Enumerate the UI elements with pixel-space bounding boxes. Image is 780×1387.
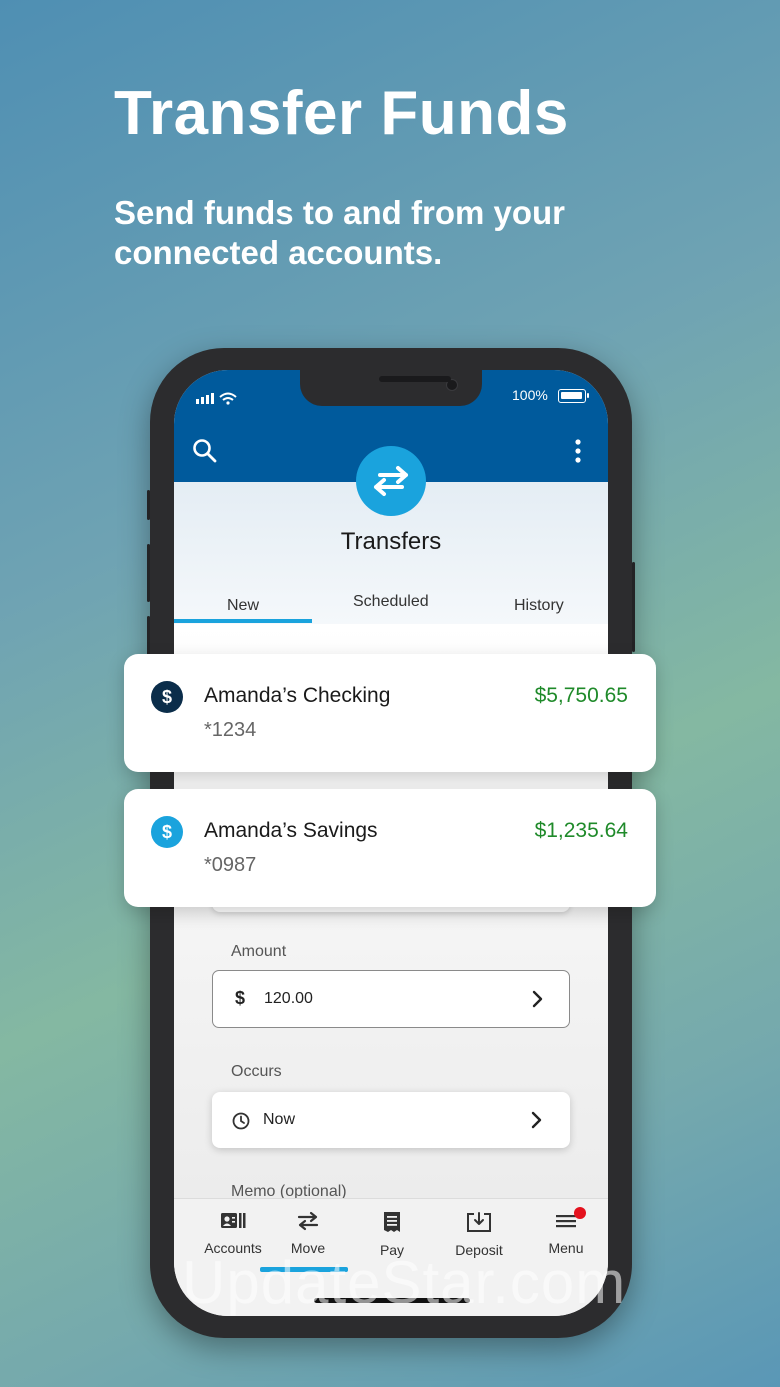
dollar-circle-icon: $ (151, 681, 183, 713)
more-options-icon[interactable] (572, 438, 584, 464)
clock-icon (232, 1112, 250, 1130)
accounts-card-icon (221, 1213, 246, 1228)
watermark: UpdateStar.com (182, 1249, 627, 1316)
account-name: Amanda’s Checking (204, 684, 391, 707)
transfer-arrows-icon (374, 466, 408, 496)
occurs-label: Occurs (231, 1063, 282, 1080)
transfer-badge (356, 446, 426, 516)
account-card-savings[interactable]: $ Amanda’s Savings *0987 $1,235.64 (124, 789, 656, 907)
promo-subline: Send funds to and from your connected ac… (114, 194, 565, 271)
tab-new[interactable]: New (227, 597, 259, 615)
active-tab-indicator (174, 619, 312, 623)
battery-percent: 100% (512, 387, 548, 403)
svg-text:$: $ (162, 687, 172, 707)
amount-label: Amount (231, 943, 287, 960)
chevron-right-icon (531, 1111, 542, 1129)
tab-history[interactable]: History (514, 597, 564, 615)
account-balance: $5,750.65 (534, 684, 628, 707)
account-number: *0987 (204, 854, 257, 876)
chevron-right-icon (532, 990, 543, 1008)
amount-value: 120.00 (264, 990, 313, 1007)
cellular-signal-icon (196, 392, 237, 405)
phone-power-button (632, 562, 635, 652)
battery-icon (558, 389, 589, 403)
notification-dot (574, 1207, 586, 1219)
bill-icon (384, 1212, 400, 1232)
phone-mute-switch (147, 490, 150, 520)
occurs-value: Now (263, 1111, 296, 1128)
page-title: Transfers (340, 528, 442, 555)
occurs-field[interactable]: Now (212, 1092, 570, 1148)
search-icon[interactable] (192, 438, 218, 464)
amount-field[interactable]: $ 120.00 (212, 970, 570, 1028)
svg-text:$: $ (162, 822, 172, 842)
deposit-tray-icon (467, 1212, 491, 1232)
account-balance: $1,235.64 (534, 819, 628, 842)
account-card-checking[interactable]: $ Amanda’s Checking *1234 $5,750.65 (124, 654, 656, 772)
account-number: *1234 (204, 719, 257, 741)
dollar-circle-icon: $ (151, 816, 183, 848)
phone-volume-up (147, 544, 150, 602)
transfer-arrows-icon (297, 1211, 319, 1231)
currency-symbol: $ (235, 988, 246, 1008)
promo-headline: Transfer Funds (114, 79, 569, 148)
tab-scheduled[interactable]: Scheduled (353, 593, 429, 611)
speaker-grille (379, 376, 451, 382)
account-name: Amanda’s Savings (204, 819, 378, 842)
